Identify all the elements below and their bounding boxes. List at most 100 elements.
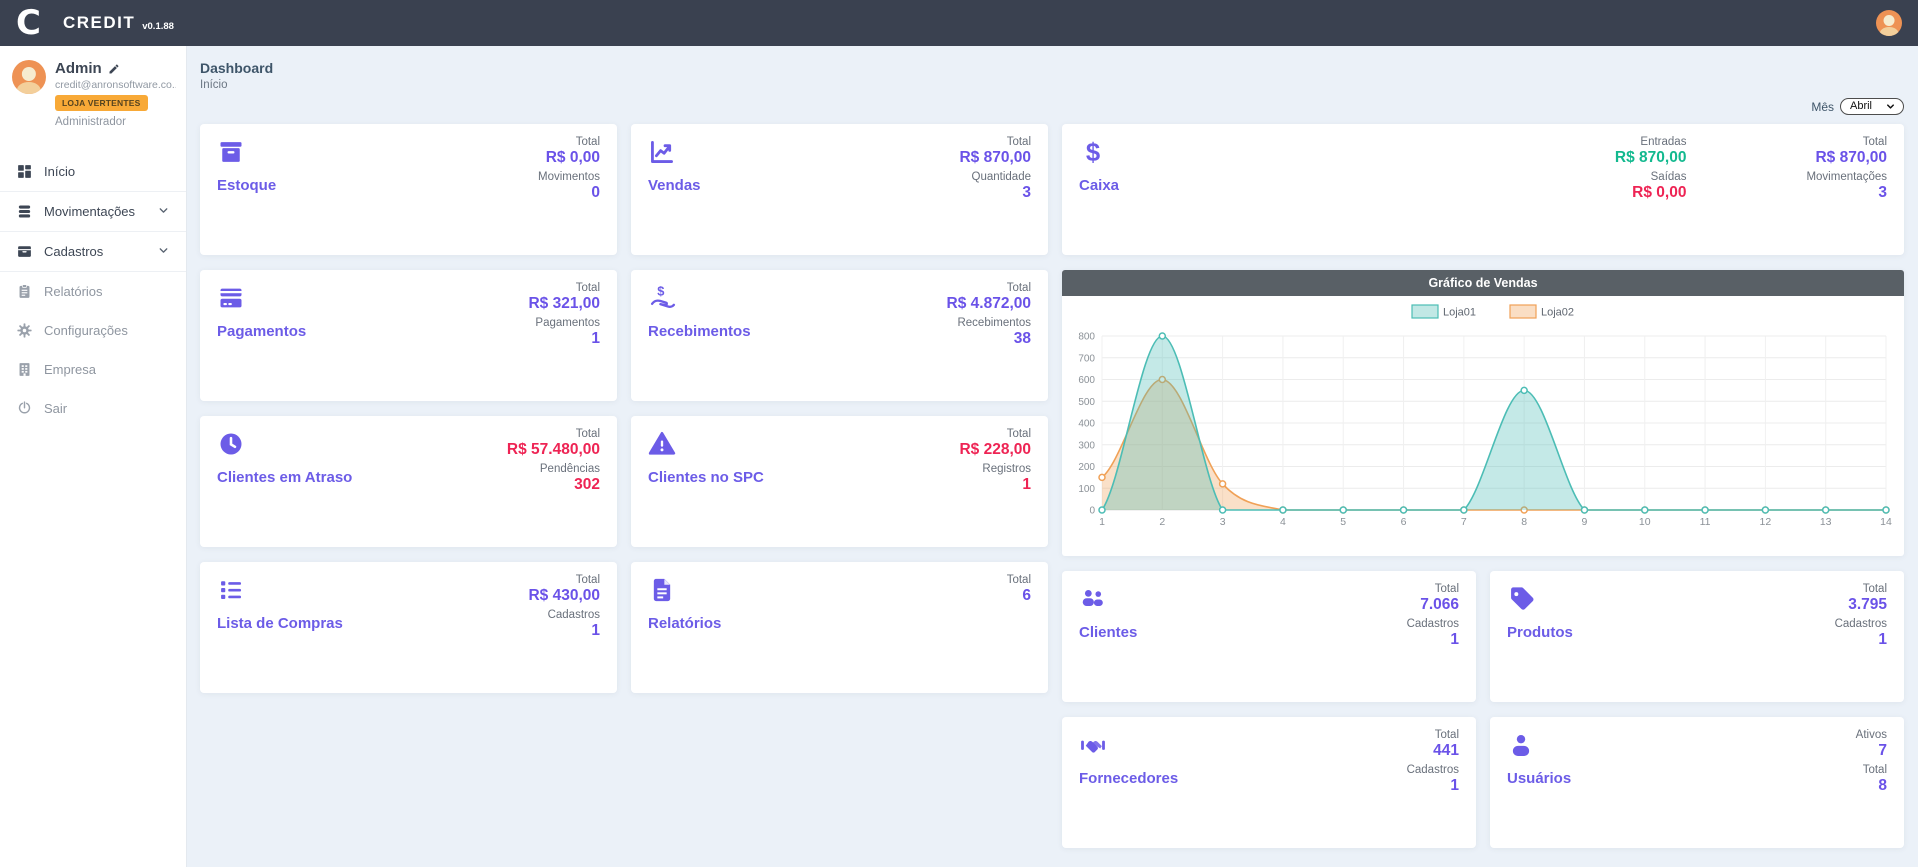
svg-text:10: 10 [1639, 516, 1651, 528]
card-fornecedores[interactable]: Fornecedores Total 441 Cadastros 1 [1062, 717, 1476, 848]
sidebar-item-label: Início [44, 164, 75, 179]
card-relatorios[interactable]: Relatórios Total 6 [631, 562, 1048, 693]
stat-value: 1 [1407, 631, 1459, 649]
stat-value: R$ 870,00 [959, 149, 1031, 167]
card-vendas[interactable]: Vendas Total R$ 870,00 Quantidade 3 [631, 124, 1048, 255]
topbar-avatar[interactable] [1876, 10, 1902, 36]
svg-text:Loja02: Loja02 [1541, 307, 1574, 319]
card-pagamentos[interactable]: Pagamentos Total R$ 321,00 Pagamentos 1 [200, 270, 617, 401]
card-title: Produtos [1507, 624, 1573, 641]
sidebar-item-empresa[interactable]: Empresa [0, 350, 186, 389]
stat-label: Recebimentos [947, 317, 1031, 329]
svg-text:2: 2 [1159, 516, 1165, 528]
app-name: CREDIT [63, 13, 135, 33]
card-caixa[interactable]: $ Caixa Entradas R$ 870,00 Saídas R$ 0,0… [1062, 124, 1904, 255]
sidebar-item-sair[interactable]: Sair [0, 389, 186, 428]
database-icon [16, 203, 33, 220]
sidebar-item-movimentacoes[interactable]: Movimentações [0, 191, 186, 232]
stat-value: 1 [528, 622, 600, 640]
credit-cards-icon [217, 284, 245, 312]
handshake-icon [1079, 731, 1107, 759]
sidebar-nav: Início Movimentações Cadastros [0, 152, 186, 428]
card-title: Lista de Compras [217, 615, 343, 632]
stat-label: Total [1007, 574, 1031, 586]
sidebar-item-label: Movimentações [44, 204, 135, 219]
users-icon [1079, 585, 1107, 613]
card-clientes[interactable]: Clientes Total 7.066 Cadastros 1 [1062, 571, 1476, 702]
svg-text:7: 7 [1461, 516, 1467, 528]
stat-value: 0 [538, 184, 600, 202]
edit-pencil-icon[interactable] [108, 63, 120, 75]
chevron-down-icon [1885, 101, 1896, 112]
stat-value: 441 [1407, 742, 1459, 760]
sidebar-item-cadastros[interactable]: Cadastros [0, 232, 186, 272]
svg-text:8: 8 [1521, 516, 1527, 528]
svg-text:100: 100 [1078, 484, 1095, 495]
svg-text:12: 12 [1760, 516, 1772, 528]
stat-value: 3 [959, 184, 1031, 202]
stat-label: Total [1407, 583, 1459, 595]
stat-label: Cadastros [1835, 618, 1887, 630]
stat-label: Movimentações [1806, 171, 1887, 183]
card-title: Pagamentos [217, 323, 306, 340]
stat-value: 7 [1856, 742, 1887, 760]
card-clientes-no-spc[interactable]: Clientes no SPC Total R$ 228,00 Registro… [631, 416, 1048, 547]
stat-label: Cadastros [1407, 764, 1459, 776]
stat-value: R$ 57.480,00 [507, 441, 600, 459]
sidebar-item-label: Cadastros [44, 244, 103, 259]
stat-label: Total [947, 282, 1031, 294]
card-recebimentos[interactable]: $ Recebimentos Total R$ 4.872,00 Recebim… [631, 270, 1048, 401]
stat-label: Total [528, 574, 600, 586]
card-usuarios[interactable]: Usuários Ativos 7 Total 8 [1490, 717, 1904, 848]
chart-up-icon [648, 138, 676, 166]
card-title: Estoque [217, 177, 276, 194]
svg-text:13: 13 [1820, 516, 1832, 528]
sidebar-item-inicio[interactable]: Início [0, 152, 186, 191]
svg-text:5: 5 [1340, 516, 1346, 528]
stat-value: R$ 321,00 [528, 295, 600, 313]
svg-text:Loja01: Loja01 [1443, 307, 1476, 319]
card-produtos[interactable]: Produtos Total 3.795 Cadastros 1 [1490, 571, 1904, 702]
sidebar-item-configuracoes[interactable]: Configurações [0, 311, 186, 350]
card-title: Vendas [648, 177, 701, 194]
stat-value: 3 [1806, 184, 1887, 202]
archive-icon [16, 243, 33, 260]
chevron-down-icon [157, 244, 170, 260]
list-icon [217, 576, 245, 604]
stat-value: R$ 430,00 [528, 587, 600, 605]
stat-label: Movimentos [538, 171, 600, 183]
warning-icon [648, 430, 676, 458]
stat-value: 3.795 [1835, 596, 1887, 614]
stat-label: Cadastros [528, 609, 600, 621]
card-estoque[interactable]: Estoque Total R$ 0,00 Movimentos 0 [200, 124, 617, 255]
svg-text:200: 200 [1078, 462, 1095, 473]
month-select[interactable]: Abril [1840, 98, 1904, 115]
svg-text:4: 4 [1280, 516, 1286, 528]
svg-text:800: 800 [1078, 332, 1095, 343]
svg-text:$: $ [1086, 139, 1100, 166]
gear-icon [16, 322, 33, 339]
dollar-icon: $ [1079, 138, 1107, 166]
clipboard-icon [16, 283, 33, 300]
card-title: Relatórios [648, 615, 721, 632]
sales-chart-panel: Gráfico de Vendas 0100200300400500600700… [1062, 270, 1904, 556]
stat-label: Pendências [507, 463, 600, 475]
stat-label: Pagamentos [528, 317, 600, 329]
card-clientes-em-atraso[interactable]: Clientes em Atraso Total R$ 57.480,00 Pe… [200, 416, 617, 547]
stat-value: 302 [507, 476, 600, 494]
sidebar-item-label: Relatórios [44, 284, 103, 299]
sales-chart: 0100200300400500600700800123456789101112… [1070, 298, 1895, 552]
svg-text:300: 300 [1078, 440, 1095, 451]
stat-value: 6 [1007, 587, 1031, 605]
user-name: Admin [55, 60, 102, 77]
sidebar-item-relatorios[interactable]: Relatórios [0, 272, 186, 311]
store-badge: LOJA VERTENTES [55, 95, 148, 111]
card-lista-de-compras[interactable]: Lista de Compras Total R$ 430,00 Cadastr… [200, 562, 617, 693]
stat-label: Total [1806, 136, 1887, 148]
card-title: Usuários [1507, 770, 1571, 787]
stat-value: 1 [1835, 631, 1887, 649]
card-title: Clientes [1079, 624, 1137, 641]
stat-value: R$ 0,00 [538, 149, 600, 167]
user-avatar[interactable] [12, 60, 46, 94]
card-title: Clientes em Atraso [217, 469, 352, 486]
